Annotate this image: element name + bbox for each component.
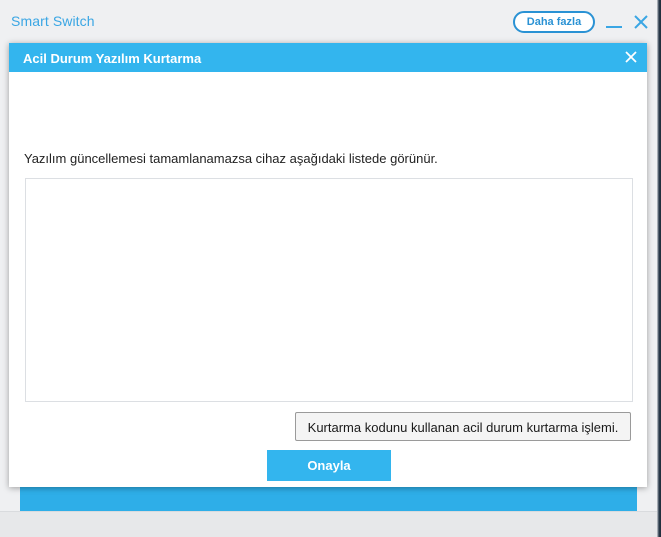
device-list[interactable]	[25, 178, 633, 402]
recovery-code-button[interactable]: Kurtarma kodunu kullanan acil durum kurt…	[295, 412, 631, 441]
window-edge	[657, 0, 661, 537]
minimize-button[interactable]	[604, 12, 624, 32]
dialog-header: Acil Durum Yazılım Kurtarma	[9, 43, 647, 72]
confirm-button[interactable]: Onayla	[267, 450, 391, 481]
background-panel	[20, 487, 637, 511]
dialog-close-button[interactable]	[623, 49, 639, 65]
more-button[interactable]: Daha fazla	[513, 11, 595, 33]
app-titlebar: Smart Switch Daha fazla	[0, 0, 657, 42]
bottom-bar	[0, 511, 657, 537]
dialog-message: Yazılım güncellemesi tamamlanamazsa ciha…	[24, 151, 438, 166]
dialog-title: Acil Durum Yazılım Kurtarma	[23, 51, 202, 66]
close-icon	[634, 15, 648, 29]
emergency-recovery-dialog: Acil Durum Yazılım Kurtarma Yazılım günc…	[9, 43, 647, 487]
app-title: Smart Switch	[11, 13, 95, 29]
close-window-button[interactable]	[631, 12, 651, 32]
minimize-icon	[606, 26, 622, 28]
smart-switch-window: Smart Switch Daha fazla Acil Durum Yazıl…	[0, 0, 657, 537]
close-icon	[625, 51, 637, 63]
